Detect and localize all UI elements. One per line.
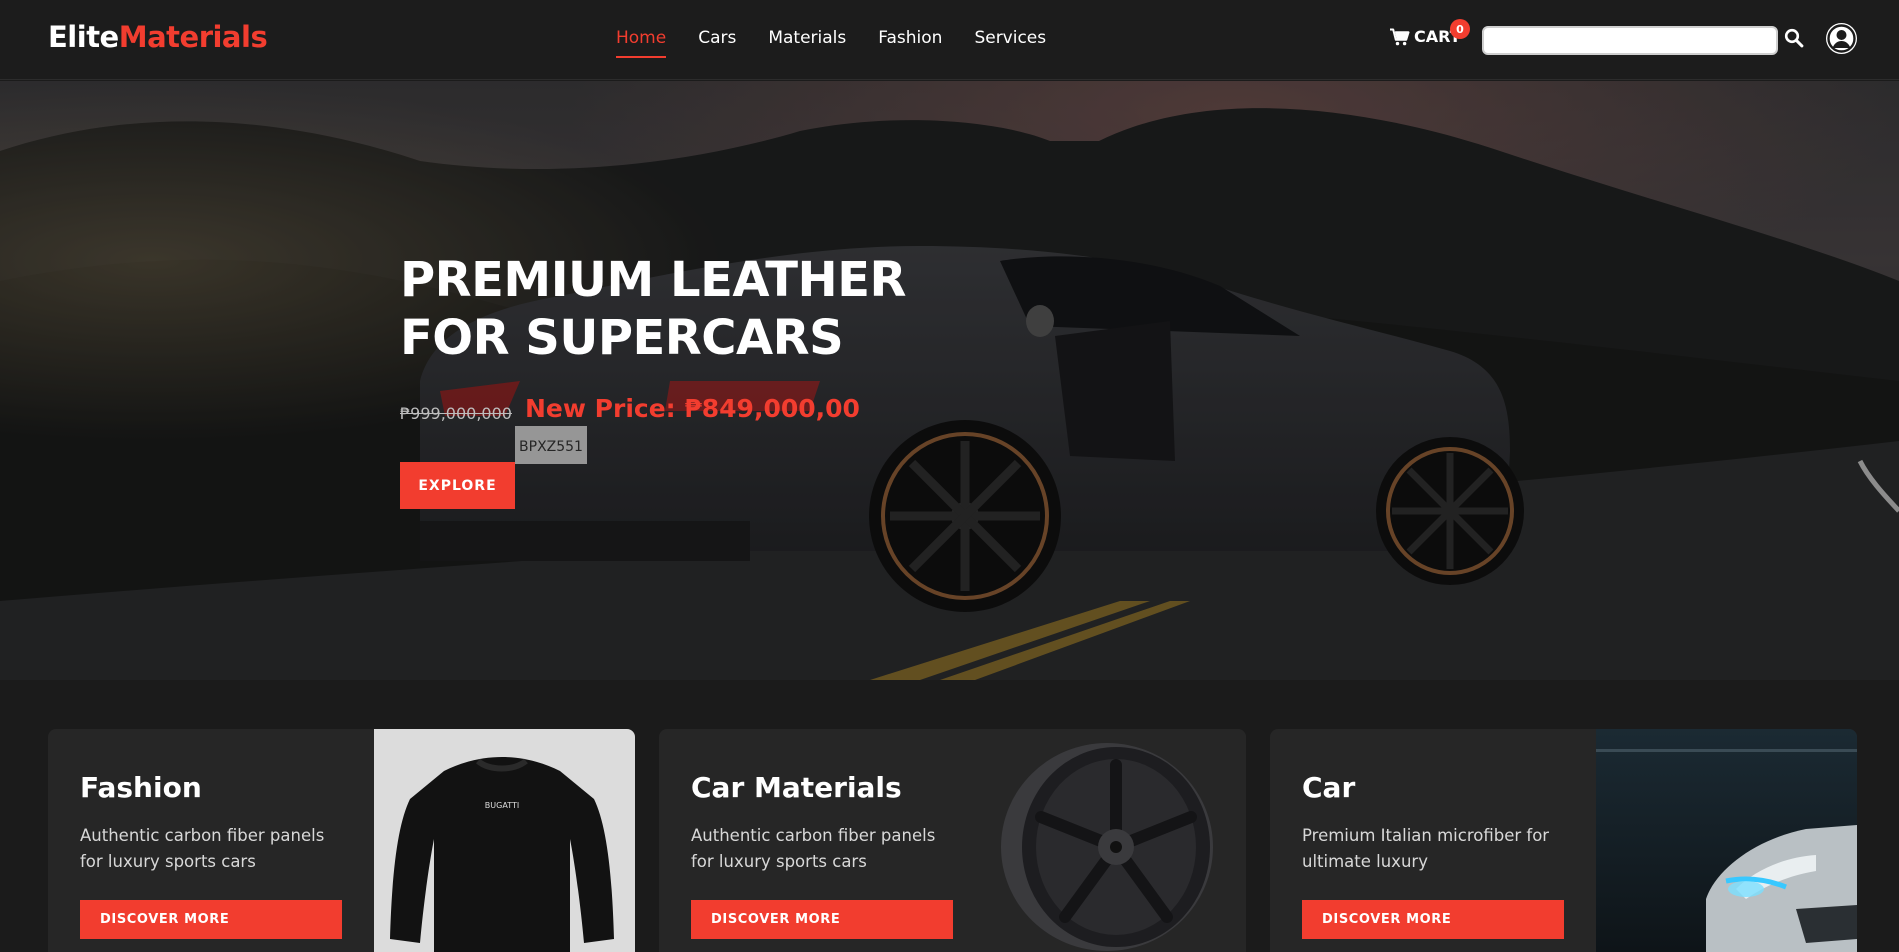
- card-description: Authentic carbon fiber panels for luxury…: [80, 826, 325, 871]
- cart-count-badge: 0: [1450, 19, 1470, 39]
- hero-banner: BPXZ551 PREMIUM LEATHER FOR SUPERCARS ₱9…: [0, 81, 1899, 680]
- hero-title-line2: FOR SUPERCARS: [400, 310, 844, 366]
- category-card-car: Car Premium Italian microfiber for ultim…: [1270, 729, 1857, 952]
- nav-link-cars[interactable]: Cars: [698, 28, 736, 58]
- sweatshirt-print-text: BUGATTI: [485, 801, 519, 810]
- discover-more-button[interactable]: DISCOVER MORE: [80, 900, 342, 939]
- user-avatar-icon[interactable]: [1826, 23, 1857, 54]
- cart-icon: [1390, 28, 1410, 45]
- discover-more-button[interactable]: DISCOVER MORE: [1302, 900, 1564, 939]
- brand-logo-part2: Materials: [118, 20, 268, 54]
- cart-button[interactable]: CART 0: [1390, 19, 1470, 46]
- card-title: Car: [1302, 771, 1356, 804]
- search-icon: [1784, 28, 1804, 48]
- card-title: Fashion: [80, 771, 202, 804]
- wheel-rim-image[interactable]: [985, 729, 1246, 952]
- brand-logo-part1: Elite: [48, 20, 119, 54]
- car-headlight-image[interactable]: [1596, 729, 1857, 952]
- card-title: Car Materials: [691, 771, 902, 804]
- hero-old-price: ₱999,000,000: [400, 404, 512, 423]
- explore-button[interactable]: EXPLORE: [400, 462, 515, 509]
- nav-link-materials[interactable]: Materials: [768, 28, 846, 58]
- discover-more-button[interactable]: DISCOVER MORE: [691, 900, 953, 939]
- hero-new-price: New Price: ₱849,000,00: [525, 394, 860, 423]
- main-nav: Home Cars Materials Fashion Services: [616, 28, 1046, 58]
- card-description: Authentic carbon fiber panels for luxury…: [691, 826, 936, 871]
- sweatshirt-image[interactable]: BUGATTI: [374, 729, 635, 952]
- hero-title-line1: PREMIUM LEATHER: [400, 252, 906, 308]
- search-button[interactable]: [1784, 28, 1804, 48]
- user-silhouette: [1827, 24, 1856, 53]
- category-card-fashion: Fashion Authentic carbon fiber panels fo…: [48, 729, 635, 952]
- hero-overlay: [0, 81, 1899, 680]
- search-input[interactable]: [1482, 26, 1778, 55]
- nav-link-fashion[interactable]: Fashion: [878, 28, 942, 58]
- hero-title: PREMIUM LEATHER FOR SUPERCARS: [400, 251, 906, 367]
- brand-logo[interactable]: EliteMaterials: [48, 20, 268, 54]
- card-description: Premium Italian microfiber for ultimate …: [1302, 826, 1550, 871]
- nav-link-services[interactable]: Services: [974, 28, 1046, 58]
- nav-link-home[interactable]: Home: [616, 28, 667, 58]
- top-navbar: EliteMaterials Home Cars Materials Fashi…: [0, 0, 1899, 80]
- category-card-car-materials: Car Materials Authentic carbon fiber pan…: [659, 729, 1246, 952]
